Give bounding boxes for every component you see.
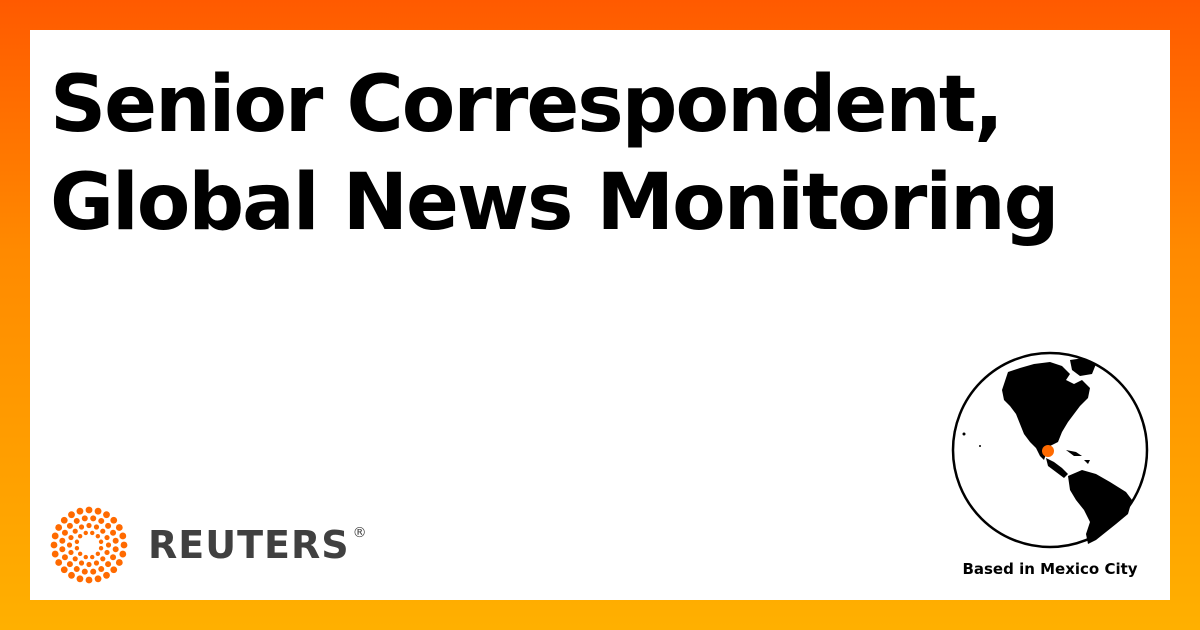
- logo-dot: [103, 571, 110, 579]
- logo-dot: [98, 539, 104, 544]
- logo-dot: [55, 559, 63, 566]
- logo-dot: [74, 539, 80, 544]
- logo-dot: [78, 524, 85, 530]
- logo-dot: [90, 530, 95, 536]
- logo-dot: [105, 561, 112, 568]
- logo-dot: [110, 529, 117, 536]
- job-card: Senior Correspondent, Global News Monito…: [30, 30, 1170, 600]
- logo-dot: [90, 515, 97, 522]
- logo-dot: [66, 542, 73, 548]
- logo-dot: [51, 550, 59, 558]
- logo-dot: [66, 522, 73, 529]
- logo-dot: [119, 532, 127, 540]
- logo-dot: [85, 506, 93, 514]
- logo-dot: [95, 533, 101, 539]
- logo-dot: [100, 528, 106, 534]
- logo-dot: [61, 529, 68, 536]
- logo-dot: [90, 568, 97, 575]
- logo-dot: [110, 554, 117, 561]
- logo-dot: [83, 554, 88, 560]
- logo-dot: [86, 561, 92, 568]
- logo-dot: [68, 571, 75, 579]
- logo-dot: [104, 549, 110, 556]
- logo-dot: [59, 546, 66, 553]
- island-dot: [979, 445, 981, 447]
- reuters-logo: REUTERS ®: [50, 506, 368, 584]
- logo-dot: [86, 522, 92, 529]
- logo-dot: [112, 537, 119, 544]
- logo-dot: [115, 559, 123, 566]
- logo-dot: [81, 568, 88, 575]
- logo-dot: [59, 537, 66, 544]
- registered-mark: ®: [352, 525, 368, 541]
- reuters-dots-icon: [50, 506, 128, 584]
- job-title-line-2: Global News Monitoring: [50, 158, 1059, 248]
- globe-icon: [951, 351, 1149, 549]
- logo-dot: [94, 507, 102, 515]
- logo-dot: [66, 561, 73, 568]
- logo-dot: [85, 576, 93, 584]
- logo-dot: [93, 560, 100, 566]
- brand-name: REUTERS: [148, 523, 350, 567]
- logo-dot: [51, 532, 59, 540]
- logo-dot: [73, 517, 80, 524]
- logo-dot: [68, 511, 75, 519]
- job-title-line-1: Senior Correspondent,: [50, 60, 1004, 150]
- logo-dot: [115, 524, 123, 531]
- logo-dot: [110, 566, 118, 574]
- logo-dot: [72, 556, 78, 562]
- logo-dot: [61, 554, 68, 561]
- logo-dot: [76, 507, 84, 515]
- logo-dot: [120, 541, 128, 549]
- logo-dot: [112, 546, 119, 553]
- logo-dot: [50, 541, 58, 549]
- location-label: Based in Mexico City: [962, 560, 1138, 578]
- logo-dot: [104, 534, 110, 541]
- logo-dot: [68, 534, 74, 541]
- logo-dot: [55, 524, 63, 531]
- logo-dot: [60, 566, 68, 574]
- logo-dot: [72, 528, 78, 534]
- logo-dot: [60, 516, 68, 524]
- logo-dot: [95, 551, 101, 557]
- logo-dot: [76, 575, 84, 583]
- job-title: Senior Correspondent, Global News Monito…: [50, 56, 1130, 252]
- logo-dot: [98, 566, 105, 573]
- logo-dot: [73, 566, 80, 573]
- logo-dot: [90, 554, 95, 560]
- logo-dot: [100, 556, 106, 562]
- logo-dot: [77, 551, 83, 557]
- logo-dot: [74, 546, 80, 551]
- logo-dot: [78, 560, 85, 566]
- logo-dot: [94, 575, 102, 583]
- logo-dot: [81, 515, 88, 522]
- logo-dot: [83, 530, 88, 536]
- location-marker: [1042, 445, 1054, 457]
- logo-dot: [105, 542, 112, 548]
- logo-dot: [119, 550, 127, 558]
- logo-dot: [98, 517, 105, 524]
- logo-dot: [103, 511, 110, 519]
- logo-dot: [68, 549, 74, 556]
- reuters-wordmark: REUTERS ®: [148, 523, 368, 567]
- island-dot: [962, 432, 966, 436]
- logo-dot: [98, 546, 104, 551]
- logo-dot: [105, 522, 112, 529]
- logo-dot: [77, 533, 83, 539]
- logo-dot: [93, 524, 100, 530]
- logo-dot: [110, 516, 118, 524]
